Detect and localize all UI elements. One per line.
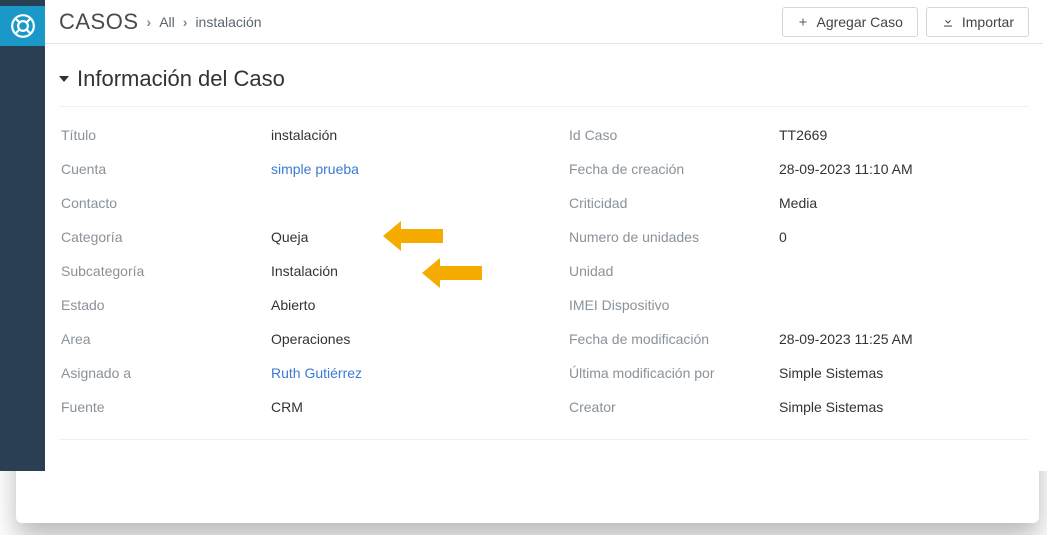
content: Información del Caso Título instalación … [45,44,1043,454]
breadcrumb-current: instalación [195,14,261,30]
value-fcreacion: 28-09-2023 11:10 AM [779,161,1027,177]
value-estado: Abierto [271,297,519,313]
label-ultmod: Última modificación por [569,365,729,381]
label-imei: IMEI Dispositivo [569,297,729,313]
value-unidad [779,263,1027,279]
label-asignado: Asignado a [61,365,221,381]
label-nunidades: Numero de unidades [569,229,729,245]
label-criticidad: Criticidad [569,195,729,211]
sidebar [0,0,45,471]
details-grid: Título instalación Id Caso TT2669 Cuenta… [59,127,1029,415]
label-fuente: Fuente [61,399,221,415]
chevron-right-icon: › [183,14,188,30]
value-fmod: 28-09-2023 11:25 AM [779,331,1027,347]
label-idcaso: Id Caso [569,127,729,143]
panel-title: Información del Caso [77,66,285,92]
label-estado: Estado [61,297,221,313]
breadcrumb: CASOS › All › instalación [59,9,262,35]
value-creator: Simple Sistemas [779,399,1027,415]
panel-body: Título instalación Id Caso TT2669 Cuenta… [59,106,1029,440]
download-icon [941,15,955,29]
main-area: CASOS › All › instalación Agregar Caso I… [45,0,1047,471]
value-fuente: CRM [271,399,519,415]
value-idcaso: TT2669 [779,127,1027,143]
label-cuenta: Cuenta [61,161,221,177]
breadcrumb-all[interactable]: All [159,14,175,30]
header: CASOS › All › instalación Agregar Caso I… [45,0,1043,44]
plus-icon [797,16,809,28]
value-cuenta[interactable]: simple prueba [271,161,519,177]
label-subcategoria: Subcategoría [61,263,221,279]
value-contacto [271,195,519,211]
label-unidad: Unidad [569,263,729,279]
header-buttons: Agregar Caso Importar [782,7,1029,37]
lifebuoy-icon[interactable] [0,6,45,46]
value-imei [779,297,1027,313]
value-subcategoria: Instalación [271,263,519,279]
label-titulo: Título [61,127,221,143]
label-fcreacion: Fecha de creación [569,161,729,177]
value-area: Operaciones [271,331,519,347]
breadcrumb-module[interactable]: CASOS [59,9,139,35]
value-asignado[interactable]: Ruth Gutiérrez [271,365,519,381]
chevron-right-icon: › [147,14,152,30]
label-creator: Creator [569,399,729,415]
import-label: Importar [962,14,1014,30]
value-nunidades: 0 [779,229,1027,245]
label-area: Area [61,331,221,347]
value-criticidad: Media [779,195,1027,211]
add-case-label: Agregar Caso [816,14,902,30]
value-categoria: Queja [271,229,519,245]
value-titulo: instalación [271,127,519,143]
label-fmod: Fecha de modificación [569,331,729,347]
add-case-button[interactable]: Agregar Caso [782,7,917,37]
value-ultmod: Simple Sistemas [779,365,1027,381]
label-contacto: Contacto [61,195,221,211]
caret-down-icon[interactable] [59,76,69,82]
label-categoria: Categoría [61,229,221,245]
case-info-panel: Información del Caso Título instalación … [59,62,1029,440]
panel-header: Información del Caso [59,62,1029,106]
import-button[interactable]: Importar [926,7,1029,37]
